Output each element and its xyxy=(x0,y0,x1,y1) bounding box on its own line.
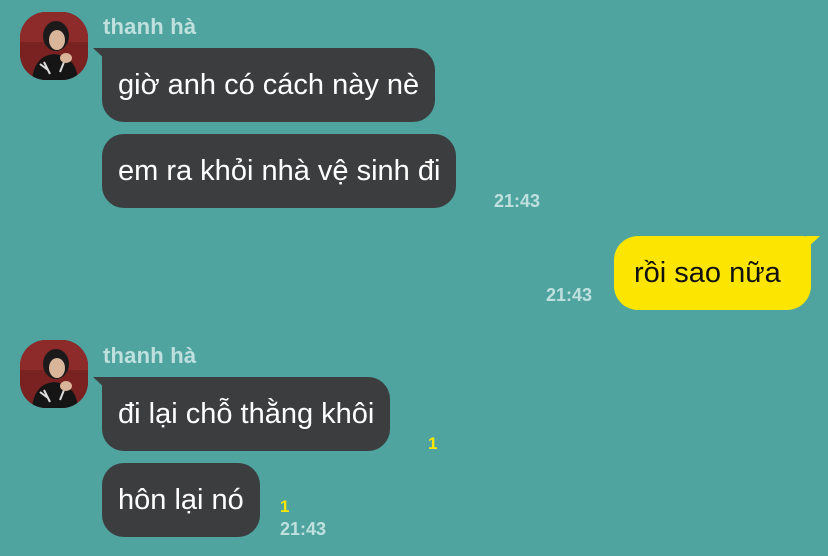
message-bubble[interactable]: em ra khỏi nhà vệ sinh đi xyxy=(102,134,457,208)
unread-count: 1 xyxy=(280,497,290,516)
message-bubble[interactable]: đi lại chỗ thằng khôi xyxy=(92,377,391,451)
my-message-bubble[interactable]: rồi sao nữa xyxy=(614,236,820,310)
message-timestamp: 21:43 xyxy=(546,285,593,305)
sender-name: thanh hà xyxy=(103,343,197,368)
sender-name: thanh hà xyxy=(103,14,197,39)
sender-avatar[interactable] xyxy=(20,12,88,80)
avatar-photo xyxy=(20,340,88,408)
message-bubble[interactable]: giờ anh có cách này nè xyxy=(92,48,436,122)
message-bubble[interactable]: hôn lại nó xyxy=(102,463,260,537)
message-timestamp: 21:43 xyxy=(280,519,327,539)
message-timestamp: 21:43 xyxy=(494,191,541,211)
sender-avatar[interactable] xyxy=(20,340,88,408)
unread-count: 1 xyxy=(428,434,438,453)
avatar-photo xyxy=(20,12,88,80)
